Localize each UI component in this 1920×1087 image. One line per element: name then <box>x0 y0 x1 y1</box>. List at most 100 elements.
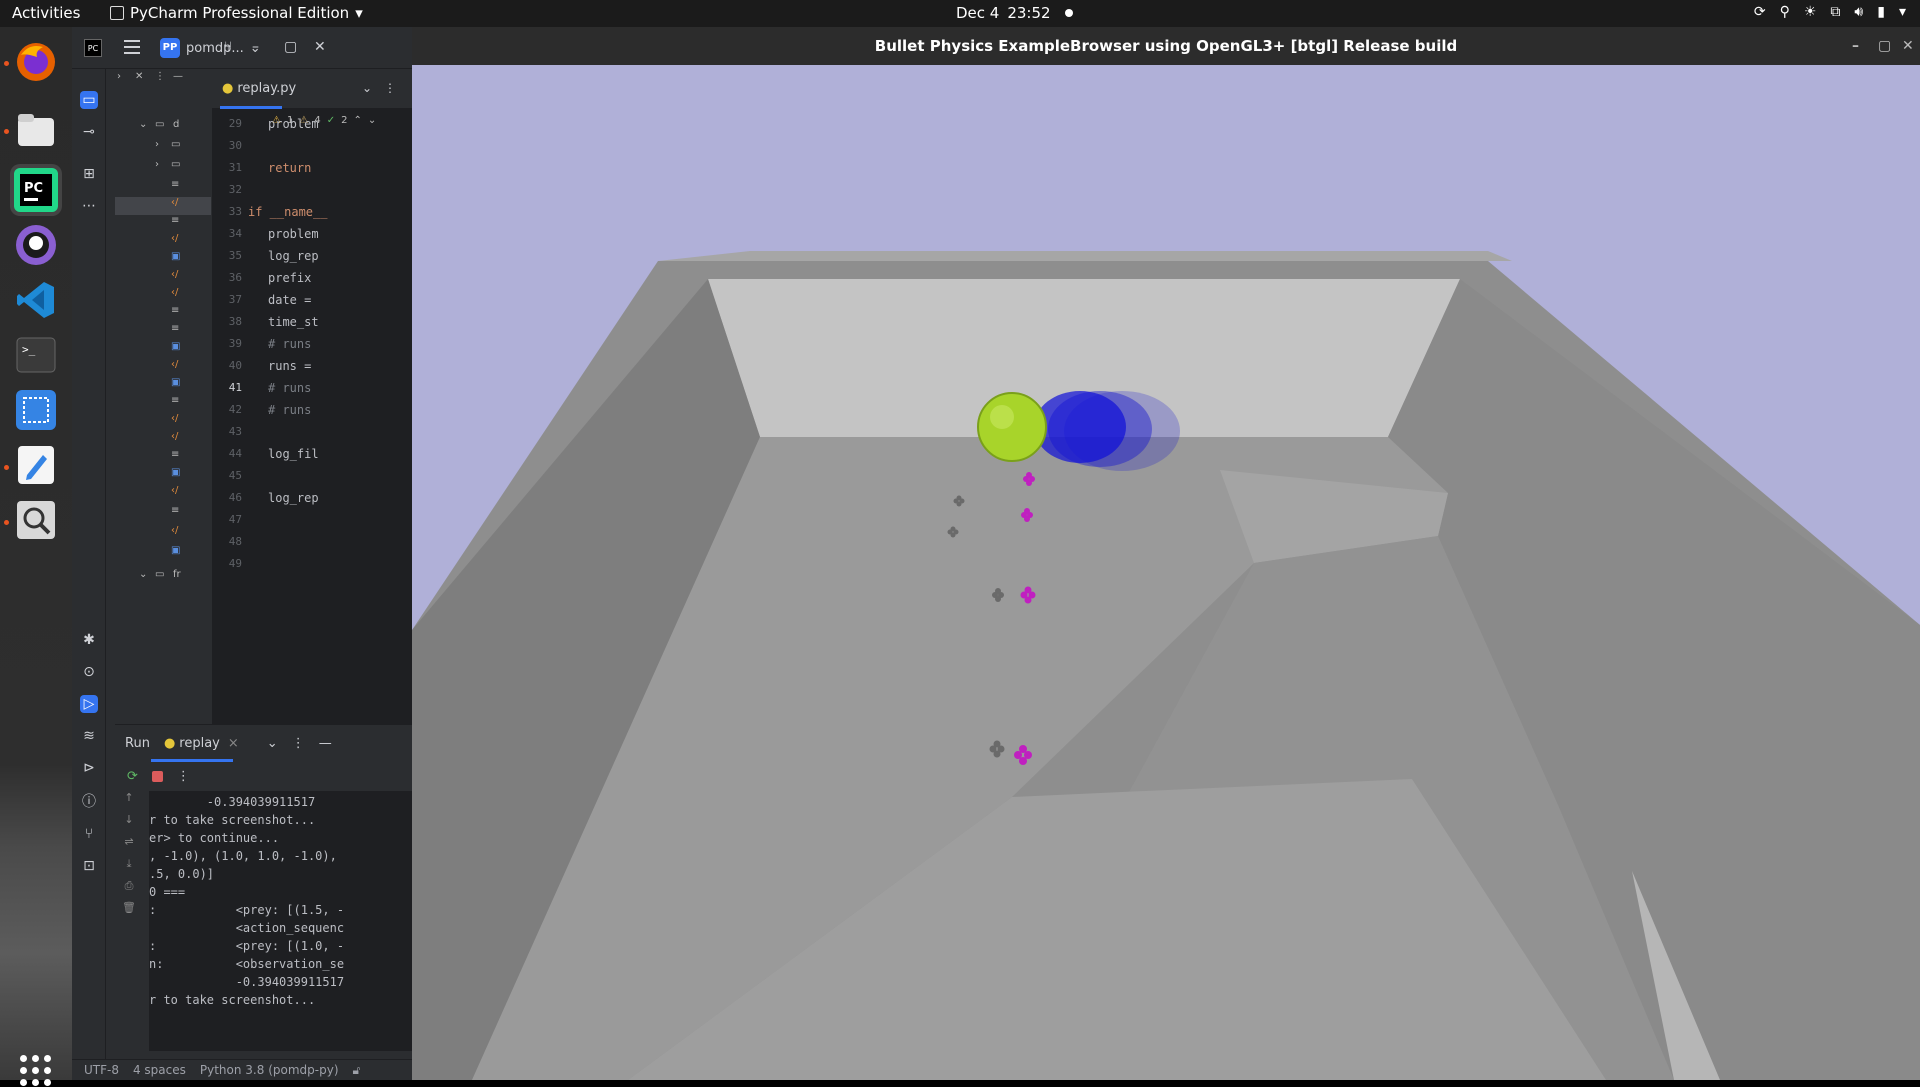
sync-icon[interactable]: ⟳ <box>1754 4 1766 20</box>
problems-tool-icon[interactable]: ⓘ <box>80 793 98 811</box>
clear-icon[interactable]: 🗑︎ <box>115 901 143 923</box>
soft-wrap-icon[interactable]: ⇌ <box>115 835 143 857</box>
tree-file[interactable]: ≡ <box>115 505 211 523</box>
scroll-end-icon[interactable]: ⤓ <box>115 857 143 879</box>
image-viewer-icon[interactable] <box>10 494 62 546</box>
more-tools-icon[interactable]: ⋯ <box>80 197 98 215</box>
clock[interactable]: Dec 4 23:52 <box>956 4 1073 22</box>
power-menu-icon[interactable]: ▾ <box>1899 4 1906 20</box>
tree-folder[interactable]: › ▭ <box>115 139 211 157</box>
tree-file[interactable]: ‹/ <box>115 287 211 305</box>
tree-folder[interactable]: › ▭ <box>115 159 211 177</box>
network-icon[interactable]: ⧉ <box>1830 4 1840 20</box>
system-tray[interactable]: ⟳ ⚲ ☀ ⧉ 🔊︎ ▮ ▾ <box>1754 4 1906 20</box>
services-tool-icon[interactable]: ⊳ <box>80 759 98 777</box>
tree-header[interactable]: › ✕ ⋮ — <box>115 71 211 89</box>
code-editor[interactable]: ● replay.py ⌄ ⋮ ⚠ 1 ⚠ 4 ✓ 2 ⌃ ⌄ 29 problem 30 3… <box>212 69 412 724</box>
print-icon[interactable]: ⎙ <box>115 879 143 901</box>
terminal-icon[interactable]: >_ <box>10 329 62 381</box>
code-line[interactable]: 32 <box>212 183 412 201</box>
commit-tool-icon[interactable]: ⊸ <box>80 123 98 141</box>
pycharm-icon[interactable]: PC <box>10 164 62 216</box>
activities-button[interactable]: Activities <box>12 4 80 22</box>
chevron-down-icon[interactable]: ⌄ <box>267 736 278 751</box>
code-line[interactable]: 43 <box>212 425 412 443</box>
tree-folder[interactable]: ⌄ ▭ fr <box>115 569 211 587</box>
code-line[interactable]: 49 <box>212 557 412 575</box>
tabs-dropdown-icon[interactable]: ⌄ <box>362 81 372 95</box>
close-tab-icon[interactable]: × <box>228 736 239 751</box>
vscode-icon[interactable] <box>10 274 62 326</box>
tree-file[interactable]: ‹/ <box>115 431 211 449</box>
tree-file[interactable]: ≡ <box>115 179 211 197</box>
tree-file[interactable]: ≡ <box>115 323 211 341</box>
project-tool-icon[interactable]: ▭ <box>80 91 98 109</box>
tree-file[interactable]: ≡ <box>115 215 211 233</box>
code-line[interactable]: 40 runs = <box>212 359 412 377</box>
encoding-widget[interactable]: UTF-8 <box>84 1063 119 1077</box>
code-line[interactable]: 46 log_rep <box>212 491 412 509</box>
tree-file[interactable]: ‹/ <box>115 525 211 543</box>
tree-folder[interactable]: ⌄ ▭ d <box>115 119 211 137</box>
code-line[interactable]: 34 problem <box>212 227 412 245</box>
files-icon[interactable] <box>10 104 62 156</box>
project-selector[interactable]: PP pomdp... ⌄ <box>160 38 261 58</box>
battery-icon[interactable]: ▮ <box>1877 4 1885 20</box>
hide-panel-icon[interactable]: — <box>319 736 332 751</box>
run-tab[interactable]: ● replay × <box>164 736 239 751</box>
stop-icon[interactable] <box>151 770 163 782</box>
code-line[interactable]: 31 return <box>212 161 412 179</box>
code-line[interactable]: 38 time_st <box>212 315 412 333</box>
lock-icon[interactable]: 🔓︎ <box>353 1063 361 1078</box>
run-tool-icon[interactable]: ▷ <box>80 695 98 713</box>
code-line[interactable]: 33 if __name__ <box>212 205 412 223</box>
more-options-icon[interactable]: ⋮ <box>384 81 396 95</box>
tree-file[interactable]: ‹/ <box>115 269 211 287</box>
indent-widget[interactable]: 4 spaces <box>133 1063 186 1077</box>
maximize-button[interactable]: ▢ <box>284 39 297 55</box>
screenshot-icon[interactable] <box>10 384 62 436</box>
code-line[interactable]: 39 # runs <box>212 337 412 355</box>
interpreter-widget[interactable]: Python 3.8 (pomdp-py) <box>200 1063 339 1077</box>
tree-file[interactable]: ▣ <box>115 341 211 359</box>
tree-file-selected[interactable]: ‹/ <box>115 197 211 215</box>
volume-icon[interactable]: 🔊︎ <box>1854 4 1863 20</box>
code-line[interactable]: 47 <box>212 513 412 531</box>
tree-file[interactable]: ▣ <box>115 545 211 563</box>
tree-file[interactable]: ‹/ <box>115 413 211 431</box>
pin-icon[interactable]: ⚲ <box>1780 4 1790 20</box>
tree-file[interactable]: ▣ <box>115 467 211 485</box>
text-editor-icon[interactable] <box>10 439 62 491</box>
tree-file[interactable]: ≡ <box>115 449 211 467</box>
minimize-button[interactable]: – <box>1852 27 1859 65</box>
more-options-icon[interactable]: ⋮ <box>292 736 305 751</box>
tree-file[interactable]: ≡ <box>115 395 211 413</box>
vcs-branch-icon[interactable]: ⑂ <box>224 39 232 55</box>
code-line[interactable]: 29 problem <box>212 117 412 135</box>
python-console-icon[interactable]: ⊙ <box>80 663 98 681</box>
code-line[interactable]: 30 <box>212 139 412 157</box>
minimize-button[interactable]: – <box>252 39 259 55</box>
more-options-icon[interactable]: ⋮ <box>177 769 190 784</box>
app-menu[interactable]: PyCharm Professional Edition ▾ <box>110 4 363 22</box>
firefox-icon[interactable] <box>10 36 62 88</box>
code-line[interactable]: 37 date = <box>212 293 412 311</box>
maximize-button[interactable]: ▢ <box>1878 27 1891 65</box>
3d-scene-viewport[interactable] <box>412 65 1920 1080</box>
git-tool-icon[interactable]: ⑂ <box>80 825 98 843</box>
close-button[interactable]: ✕ <box>1902 27 1914 65</box>
rerun-icon[interactable]: ⟳ <box>127 769 138 784</box>
github-desktop-icon[interactable] <box>10 219 62 271</box>
scroll-down-icon[interactable]: ↓ <box>115 813 143 835</box>
code-line[interactable]: 48 <box>212 535 412 553</box>
tree-file[interactable]: ‹/ <box>115 233 211 251</box>
brightness-icon[interactable]: ☀ <box>1804 4 1817 20</box>
code-line[interactable]: 36 prefix <box>212 271 412 289</box>
code-line[interactable]: 35 log_rep <box>212 249 412 267</box>
layers-tool-icon[interactable]: ≋ <box>80 727 98 745</box>
structure-tool-icon[interactable]: ⊞ <box>80 165 98 183</box>
console-output[interactable]: -0.394039911517 r to take screenshot... er… <box>149 791 412 1051</box>
tree-file[interactable]: ‹/ <box>115 485 211 503</box>
terminal-tool-icon[interactable]: ⊡ <box>80 857 98 875</box>
tree-file[interactable]: ▣ <box>115 377 211 395</box>
